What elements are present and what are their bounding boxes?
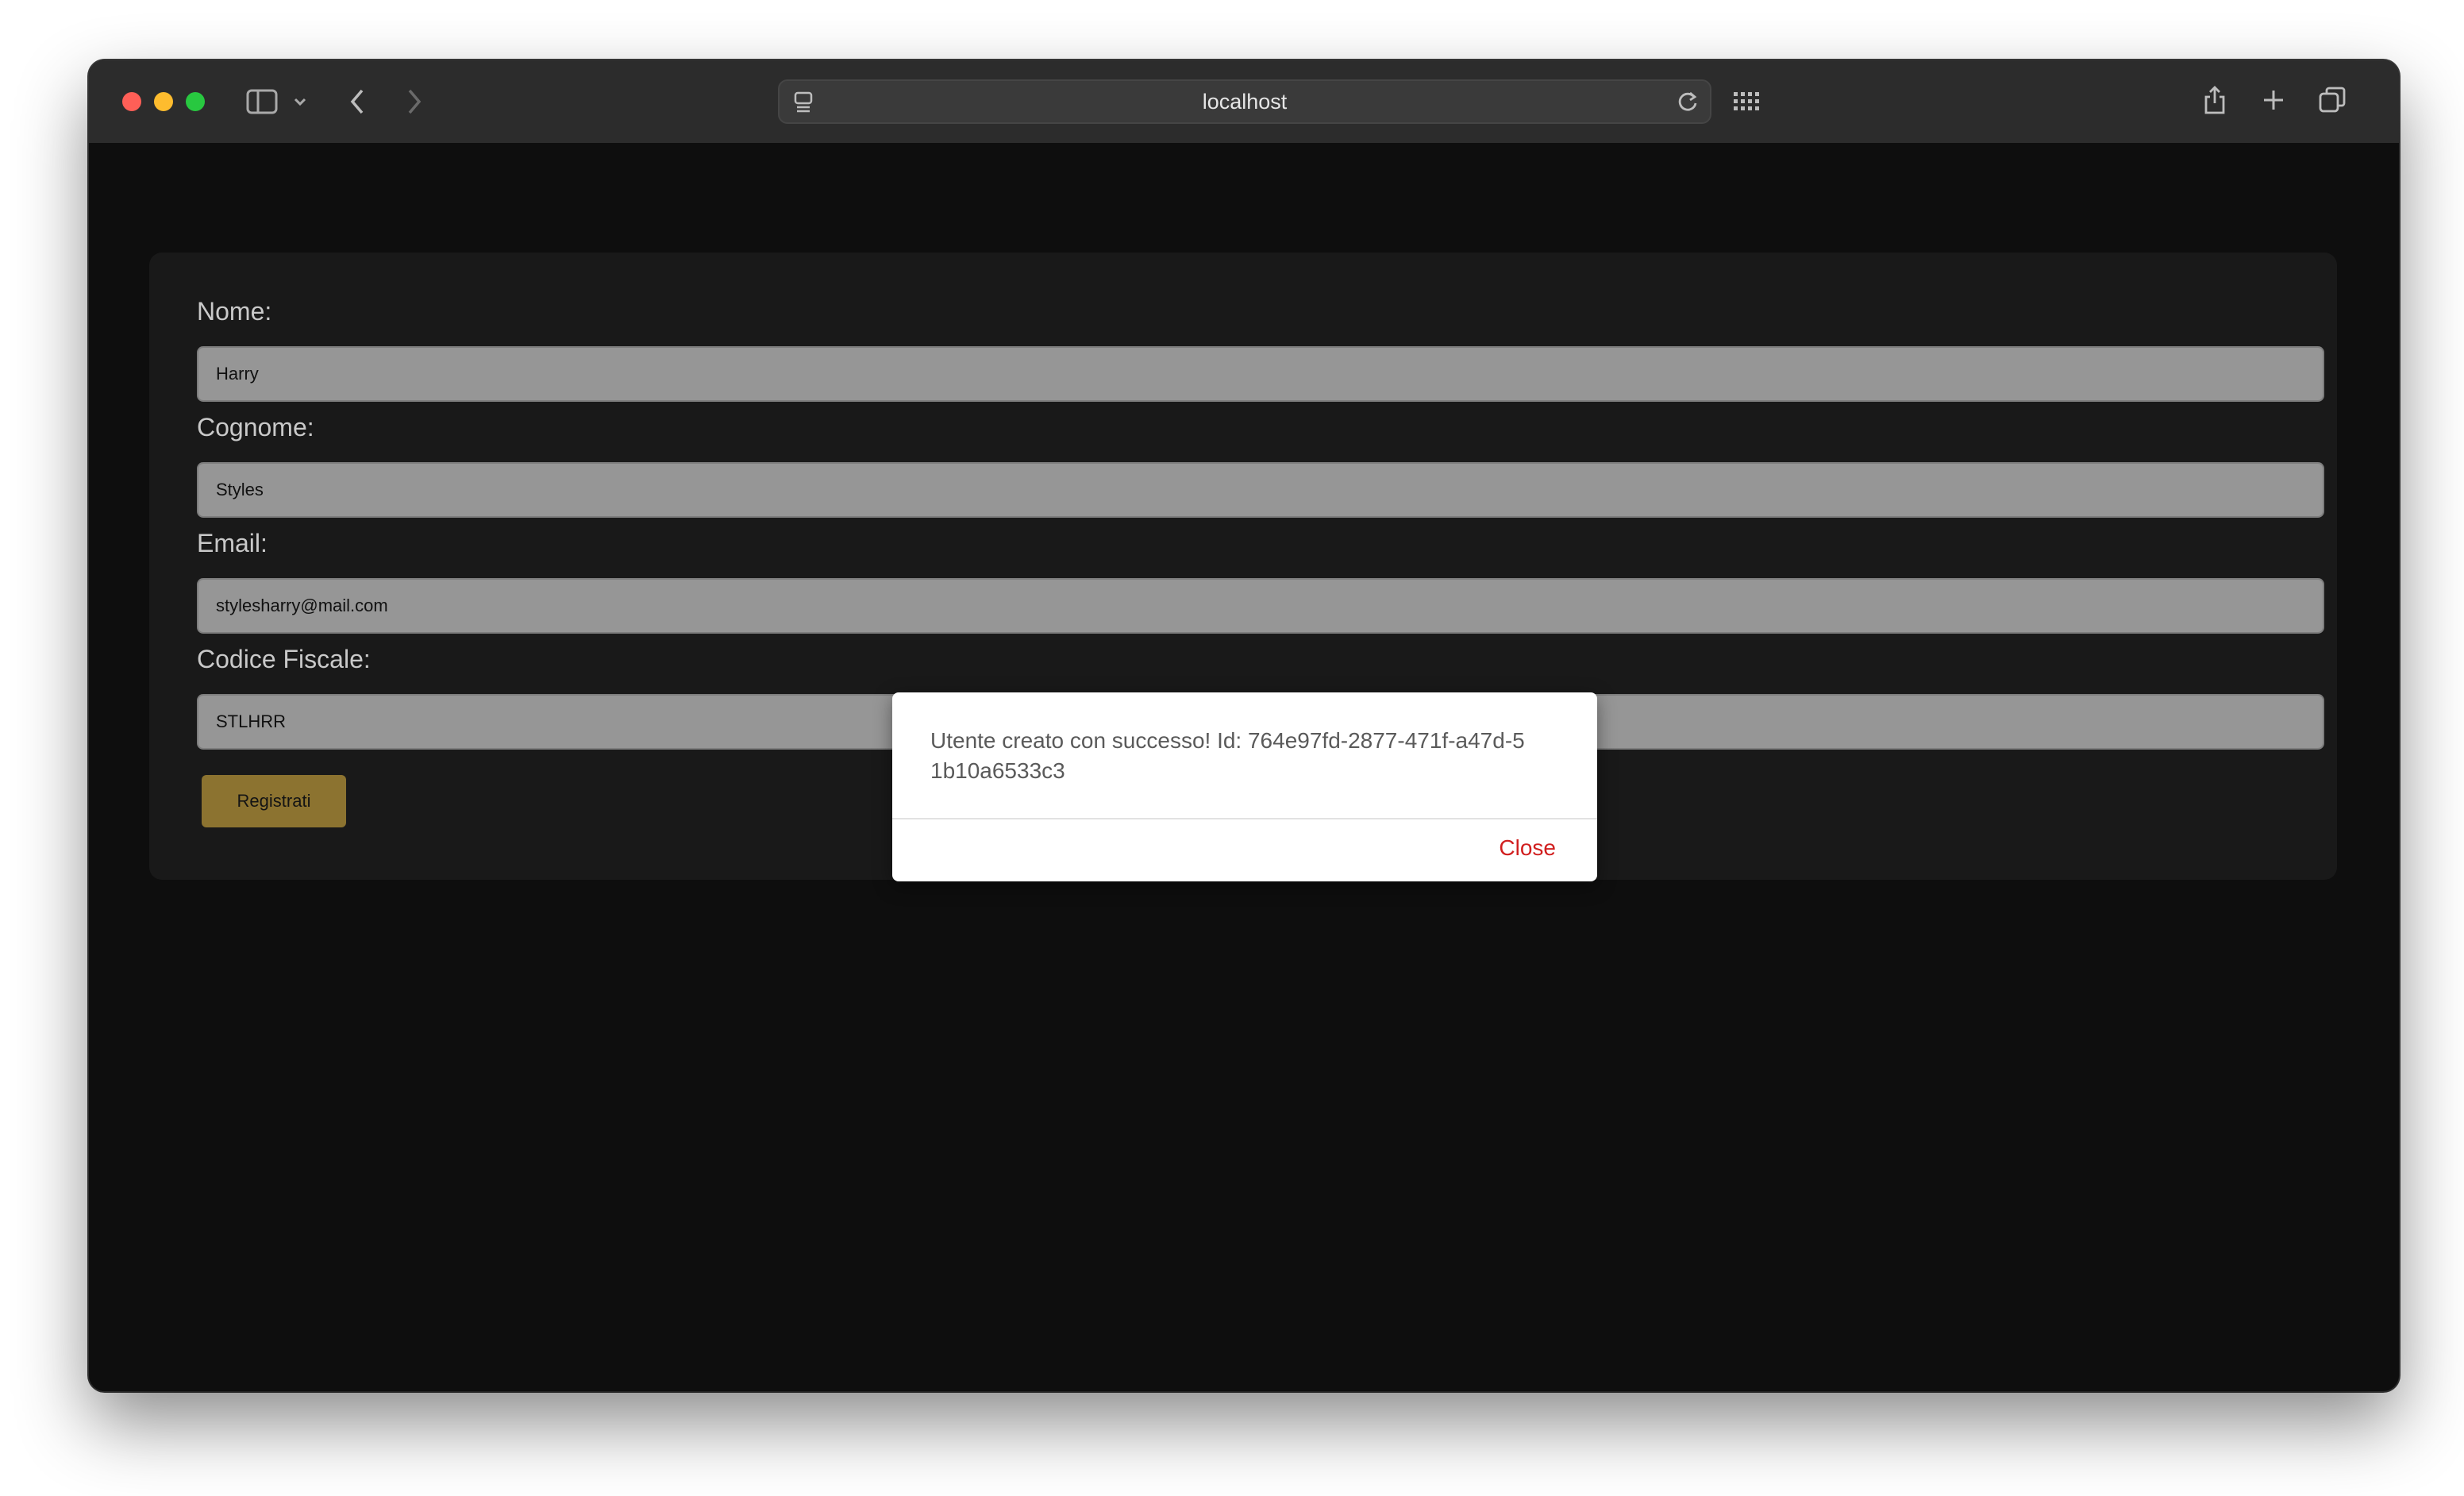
codice-fiscale-label: Codice Fiscale: bbox=[197, 645, 371, 673]
cognome-input[interactable]: Styles bbox=[197, 462, 2324, 518]
chevron-down-icon[interactable] bbox=[291, 92, 310, 111]
apps-grid-icon[interactable] bbox=[1731, 87, 1762, 116]
zoom-window-button[interactable] bbox=[186, 92, 205, 111]
modal-divider bbox=[892, 818, 1597, 819]
new-tab-icon[interactable] bbox=[2259, 86, 2288, 114]
nome-label: Nome: bbox=[197, 297, 272, 326]
url-text: localhost bbox=[1202, 90, 1288, 114]
modal-message: Utente creato con successo! Id: 764e97fd… bbox=[930, 728, 1525, 783]
browser-window: localhost Nome: Harry Cognome: Styles Em… bbox=[89, 60, 2399, 1391]
success-modal: Utente creato con successo! Id: 764e97fd… bbox=[892, 692, 1597, 881]
reload-icon[interactable] bbox=[1675, 89, 1700, 114]
address-bar[interactable]: localhost bbox=[778, 79, 1711, 124]
minimize-window-button[interactable] bbox=[154, 92, 173, 111]
email-label: Email: bbox=[197, 529, 268, 557]
tab-overview-icon[interactable] bbox=[2316, 84, 2348, 116]
forward-icon[interactable] bbox=[402, 86, 427, 118]
page-content: Nome: Harry Cognome: Styles Email: style… bbox=[89, 143, 2399, 1391]
sidebar-icon[interactable] bbox=[244, 87, 279, 116]
back-icon[interactable] bbox=[345, 86, 370, 118]
share-icon[interactable] bbox=[2199, 81, 2231, 119]
cognome-label: Cognome: bbox=[197, 413, 314, 441]
close-window-button[interactable] bbox=[122, 92, 141, 111]
browser-toolbar: localhost bbox=[89, 60, 2399, 145]
registrati-button[interactable]: Registrati bbox=[202, 775, 346, 827]
close-button[interactable]: Close bbox=[1499, 835, 1556, 861]
nome-input[interactable]: Harry bbox=[197, 346, 2324, 402]
email-input[interactable]: stylesharry@mail.com bbox=[197, 578, 2324, 634]
